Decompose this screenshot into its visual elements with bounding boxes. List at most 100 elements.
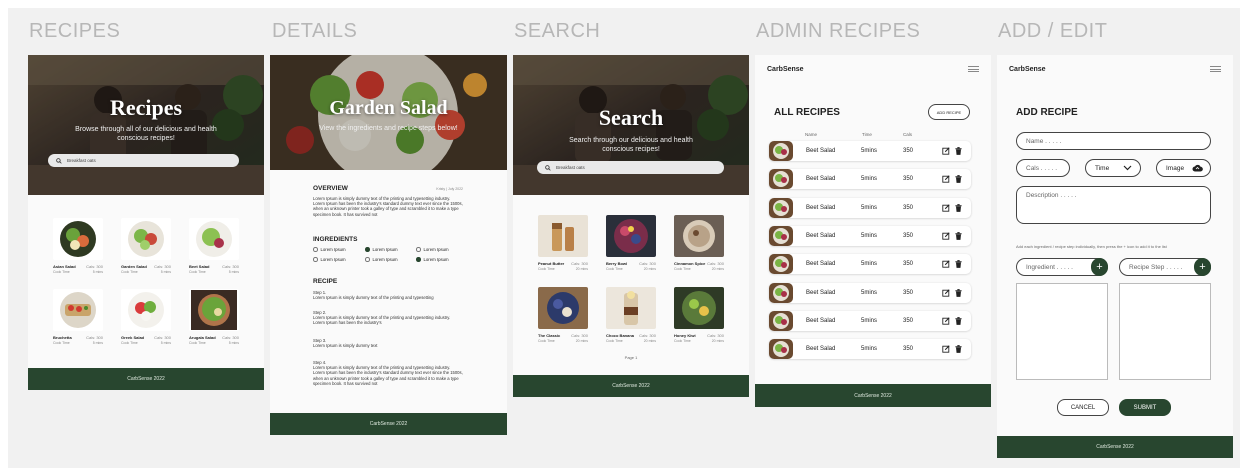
edit-icon[interactable] <box>942 345 950 353</box>
recipe-cook-time: 20 mins <box>711 339 724 343</box>
recipe-thumbnail <box>189 289 239 331</box>
row-cals: 350 <box>903 232 914 239</box>
recipe-cals: Cals: 300 <box>707 261 724 266</box>
image-upload-button[interactable]: Image <box>1156 159 1211 177</box>
edit-icon[interactable] <box>942 147 950 155</box>
trash-icon[interactable] <box>955 288 962 297</box>
ingredient-hint: Add each ingredient / recipe step indivi… <box>1016 244 1167 249</box>
recipe-card[interactable]: Berry Bowl Cals: 300 Cook Time 20 mins <box>606 215 656 271</box>
add-recipe-button[interactable]: ADD RECIPE <box>928 104 970 120</box>
recipe-thumbnail <box>189 218 239 260</box>
cancel-button[interactable]: CANCEL <box>1057 399 1109 416</box>
row-name: Beet Salad <box>806 317 836 324</box>
search-frame: Search Search through our delicious and … <box>513 55 749 397</box>
step: Step 1. Lorem Ipsum is simply dummy text … <box>313 290 463 300</box>
edit-icon[interactable] <box>942 232 950 240</box>
cloud-upload-icon <box>1192 164 1203 172</box>
recipe-cook-time: 20 mins <box>643 339 656 343</box>
trash-icon[interactable] <box>955 175 962 184</box>
brand-logo[interactable]: CarbSense <box>1009 66 1046 73</box>
ingredient-item[interactable]: Lorem Ipsum <box>313 257 346 262</box>
search-input[interactable]: Breakfast oats <box>537 161 724 174</box>
footer: CarbSense 2022 <box>28 368 264 390</box>
name-input[interactable]: Name . . . . . <box>1016 132 1211 150</box>
recipe-step-list[interactable] <box>1119 283 1211 380</box>
ingredient-list[interactable] <box>1016 283 1108 380</box>
recipe-thumbnail <box>606 287 656 329</box>
ingredient-item[interactable]: Lorem Ipsum <box>313 247 346 252</box>
table-row[interactable]: Beet Salad 5mins 350 <box>769 282 971 303</box>
footer: CarbSense 2022 <box>513 375 749 397</box>
description-textarea[interactable]: Description . . . . . <box>1016 186 1211 224</box>
recipe-card[interactable]: Arugala Salad Cals: 300 Cook Time 5 mins <box>189 289 239 345</box>
section-label-search: SEARCH <box>514 20 601 42</box>
trash-icon[interactable] <box>955 345 962 353</box>
recipe-card[interactable]: Greek Salad Cals: 300 Cook Time 5 mins <box>121 289 171 345</box>
recipe-thumbnail <box>53 218 103 260</box>
table-row[interactable]: Beet Salad 5mins 350 <box>769 169 971 190</box>
edit-icon[interactable] <box>942 288 950 297</box>
table-row[interactable]: Beet Salad 5mins 350 <box>769 141 971 161</box>
recipe-card[interactable]: Beet Salad Cals: 300 Cook Time 5 mins <box>189 218 239 274</box>
row-name: Beet Salad <box>806 176 836 183</box>
recipe-card[interactable]: Garden Salad Cals: 300 Cook Time 5 mins <box>121 218 171 274</box>
recipe-cook-time: 5 mins <box>92 270 103 274</box>
table-row[interactable]: Beet Salad 5mins 350 <box>769 254 971 275</box>
add-ingredient-plus-icon[interactable]: + <box>1091 258 1108 276</box>
ingredient-label: Lorem Ipsum <box>372 257 398 262</box>
image-upload-label: Image <box>1166 164 1185 172</box>
trash-icon[interactable] <box>955 232 962 240</box>
cals-input[interactable]: Cals . . . . . <box>1016 159 1070 177</box>
recipe-card[interactable]: Choco Banana Cals: 300 Cook Time 20 mins <box>606 287 656 343</box>
recipe-name: Honey Kiwi <box>674 333 696 338</box>
recipe-cook-label: Cook Time <box>606 339 623 343</box>
trash-icon[interactable] <box>955 316 962 325</box>
recipe-cook-time: 20 mins <box>643 267 656 271</box>
edit-icon[interactable] <box>942 260 950 268</box>
table-row[interactable]: Beet Salad 5mins 350 <box>769 339 971 360</box>
recipe-card[interactable]: Peanut Butter Cals: 300 Cook Time 20 mins <box>538 215 588 271</box>
recipe-card[interactable]: Asian Salad Cals: 300 Cook Time 5 mins <box>53 218 103 274</box>
hamburger-menu-icon[interactable] <box>1210 66 1221 72</box>
edit-icon[interactable] <box>942 317 950 325</box>
ingredient-label: Lorem Ipsum <box>423 257 449 262</box>
recipe-card[interactable]: Bruchetta Cals: 300 Cook Time 5 mins <box>53 289 103 345</box>
edit-icon[interactable] <box>942 175 950 183</box>
trash-icon[interactable] <box>955 260 962 269</box>
row-name: Beet Salad <box>806 289 836 296</box>
ingredient-label: Lorem Ipsum <box>423 247 449 252</box>
table-row[interactable]: Beet Salad 5mins 350 <box>769 310 971 331</box>
time-select[interactable]: Time <box>1085 159 1141 177</box>
brand-logo[interactable]: CarbSense <box>767 66 804 73</box>
ingredient-item[interactable]: Lorem Ipsum <box>416 257 449 262</box>
trash-icon[interactable] <box>955 203 962 212</box>
recipe-thumbnail <box>121 289 171 331</box>
row-name: Beet Salad <box>806 232 836 239</box>
ingredient-item[interactable]: Lorem Ipsum <box>365 257 398 262</box>
ingredient-item[interactable]: Lorem Ipsum <box>416 247 449 252</box>
ingredient-item[interactable]: Lorem Ipsum <box>365 247 398 252</box>
recipe-name: Greek Salad <box>121 335 145 340</box>
row-cals: 350 <box>903 346 914 353</box>
table-row[interactable]: Beet Salad 5mins 350 <box>769 197 971 218</box>
column-header-name: Name <box>805 132 818 137</box>
page-subtitle: View the ingredients and recipe steps be… <box>319 125 458 132</box>
recipe-name: Asian Salad <box>53 264 76 269</box>
recipe-cook-time: 20 mins <box>711 267 724 271</box>
recipe-card[interactable]: Honey Kiwi Cals: 300 Cook Time 20 mins <box>674 287 724 343</box>
trash-icon[interactable] <box>955 147 962 155</box>
search-input[interactable]: Breakfast oats <box>48 154 239 167</box>
recipe-name: Peanut Butter <box>538 261 565 266</box>
recipe-card[interactable]: Cinnamon Spice Cals: 300 Cook Time 20 mins <box>674 215 724 271</box>
row-cals: 350 <box>903 148 914 154</box>
table-row[interactable]: Beet Salad 5mins 350 <box>769 225 971 246</box>
ingredients-heading: INGREDIENTS <box>313 236 358 243</box>
hamburger-menu-icon[interactable] <box>968 66 979 72</box>
overview-heading: OVERVIEW <box>313 185 348 192</box>
add-step-plus-icon[interactable]: + <box>1194 258 1211 276</box>
recipe-card[interactable]: The Classic Cals: 300 Cook Time 20 mins <box>538 287 588 343</box>
row-cals: 350 <box>903 261 914 268</box>
pagination[interactable]: Page 1 <box>513 355 749 360</box>
submit-button[interactable]: SUBMIT <box>1119 399 1171 416</box>
edit-icon[interactable] <box>942 204 950 212</box>
